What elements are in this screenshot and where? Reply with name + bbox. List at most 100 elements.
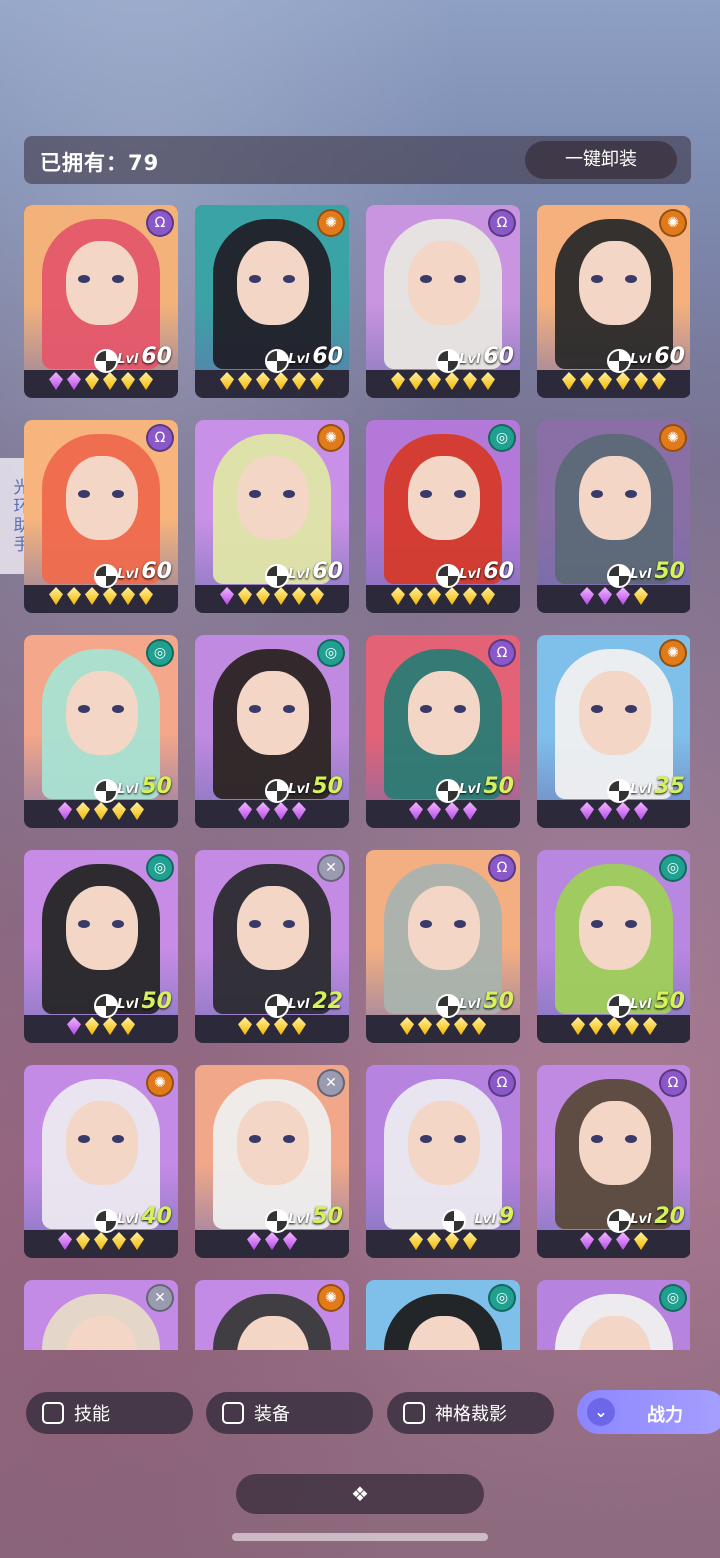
hero-card[interactable]: ✺ Lvl 60 — [195, 420, 349, 613]
hero-card[interactable]: ✺ Lvl 35 — [537, 635, 690, 828]
hero-card[interactable]: ◎ Lvl 50 — [24, 635, 178, 828]
hero-face — [237, 671, 309, 755]
hero-card[interactable]: ◎ Lvl 60 — [366, 420, 520, 613]
gold-star-icon — [409, 372, 423, 390]
skill-filter[interactable]: 技能 — [26, 1392, 193, 1434]
hero-card[interactable]: Ω Lvl 50 — [366, 635, 520, 828]
gold-star-icon — [409, 587, 423, 605]
purple-star-icon — [283, 1232, 297, 1250]
level-value: 60 — [654, 344, 685, 369]
gold-star-icon — [85, 372, 99, 390]
gold-star-icon — [427, 1232, 441, 1250]
hero-card[interactable]: ✕ — [24, 1280, 178, 1350]
cross-element-icon: ✕ — [317, 1069, 345, 1097]
expand-panel-button[interactable]: ❖ — [236, 1474, 484, 1514]
level-tag: Lvl — [117, 352, 139, 367]
hero-face — [579, 1101, 651, 1185]
hero-eye — [625, 490, 637, 498]
hero-stars — [537, 802, 690, 824]
level-value: 60 — [141, 559, 172, 584]
cross-element-icon: ✕ — [146, 1284, 174, 1312]
gold-star-icon — [598, 372, 612, 390]
gold-star-icon — [112, 1232, 126, 1250]
hero-stars — [366, 372, 520, 394]
hero-card[interactable]: ✕ Lvl 50 — [195, 1065, 349, 1258]
hero-face — [579, 456, 651, 540]
hero-card[interactable]: Ω Lvl 20 — [537, 1065, 690, 1258]
hero-card[interactable]: ✺ Lvl 40 — [24, 1065, 178, 1258]
hero-eye — [112, 920, 124, 928]
hero-card[interactable]: ✕ Lvl 22 — [195, 850, 349, 1043]
unequip-all-button[interactable]: 一键卸装 — [525, 141, 677, 179]
purple-star-icon — [58, 802, 72, 820]
hero-stars — [24, 587, 178, 609]
hero-card[interactable]: ◎ Lvl 50 — [537, 850, 690, 1043]
gold-star-icon — [220, 372, 234, 390]
hero-face — [408, 241, 480, 325]
level-tag: Lvl — [288, 567, 310, 582]
gold-star-icon — [634, 1232, 648, 1250]
hero-level: Lvl 50 — [459, 774, 514, 799]
hero-card[interactable]: ◎ Lvl 50 — [195, 635, 349, 828]
hero-card[interactable]: Ω Lvl 60 — [24, 420, 178, 613]
gear-icon — [436, 779, 460, 803]
hero-card[interactable]: ✺ Lvl 60 — [537, 205, 690, 398]
hero-stars — [366, 587, 520, 609]
gold-star-icon — [256, 1017, 270, 1035]
purple-star-icon — [67, 372, 81, 390]
equipment-checkbox[interactable] — [222, 1402, 244, 1424]
hero-card[interactable]: ◎ — [537, 1280, 690, 1350]
level-value: 60 — [483, 559, 514, 584]
gold-star-icon — [94, 1232, 108, 1250]
level-value: 22 — [312, 989, 343, 1014]
owned-count: 已拥有：79 — [40, 151, 160, 175]
hero-card[interactable]: Ω Lvl 60 — [366, 205, 520, 398]
divine-checkbox[interactable] — [403, 1402, 425, 1424]
hero-card[interactable]: Ω Lvl 9 — [366, 1065, 520, 1258]
purple-star-icon — [463, 802, 477, 820]
hero-card[interactable]: Ω Lvl 60 — [24, 205, 178, 398]
gear-icon — [265, 564, 289, 588]
divine-filter[interactable]: 神格裁影 — [387, 1392, 554, 1434]
purple-star-icon — [598, 1232, 612, 1250]
hero-card[interactable]: ◎ — [366, 1280, 520, 1350]
hero-eye — [78, 275, 90, 283]
gold-star-icon — [238, 372, 252, 390]
level-tag: Lvl — [459, 567, 481, 582]
hero-face — [408, 671, 480, 755]
hero-stars — [537, 372, 690, 394]
level-value: 20 — [654, 1204, 685, 1229]
gold-star-icon — [292, 587, 306, 605]
equipment-filter[interactable]: 装备 — [206, 1392, 373, 1434]
hero-card[interactable]: ✺ Lvl 50 — [537, 420, 690, 613]
purple-star-icon — [616, 587, 630, 605]
hero-card[interactable]: ◎ Lvl 50 — [24, 850, 178, 1043]
hero-card[interactable]: ✺ — [195, 1280, 349, 1350]
hero-eye — [454, 275, 466, 283]
sun-element-icon: ✺ — [659, 424, 687, 452]
omega-element-icon: Ω — [146, 424, 174, 452]
hero-eye — [591, 275, 603, 283]
gold-star-icon — [481, 372, 495, 390]
hero-face — [66, 671, 138, 755]
purple-star-icon — [580, 802, 594, 820]
level-value: 50 — [654, 559, 685, 584]
hero-eye — [625, 1135, 637, 1143]
level-value: 50 — [654, 989, 685, 1014]
filter-bar: 技能 装备 神格裁影 ⌄ 战力 — [0, 1390, 720, 1436]
gear-icon — [265, 994, 289, 1018]
gold-star-icon — [589, 1017, 603, 1035]
hero-eye — [591, 1135, 603, 1143]
gold-star-icon — [436, 1017, 450, 1035]
gold-star-icon — [310, 372, 324, 390]
swirl-element-icon: ◎ — [659, 1284, 687, 1312]
hero-level: Lvl 20 — [630, 1204, 685, 1229]
hero-card[interactable]: Ω Lvl 50 — [366, 850, 520, 1043]
hero-level: Lvl 60 — [288, 344, 343, 369]
skill-checkbox[interactable] — [42, 1402, 64, 1424]
hero-card[interactable]: ✺ Lvl 60 — [195, 205, 349, 398]
hero-eye — [591, 705, 603, 713]
hero-stars — [195, 587, 349, 609]
sort-power-button[interactable]: ⌄ 战力 — [577, 1390, 720, 1434]
level-tag: Lvl — [630, 352, 652, 367]
